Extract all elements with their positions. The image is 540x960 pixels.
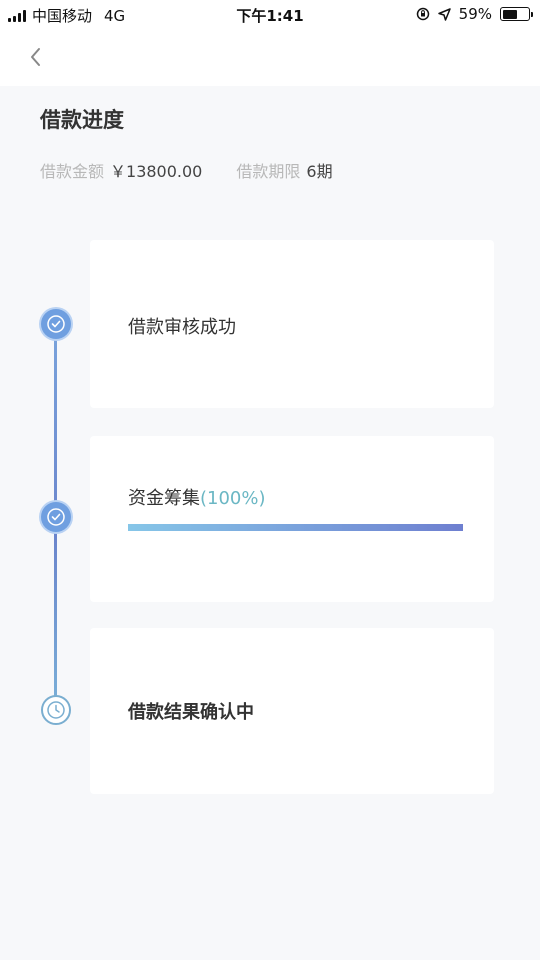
step-card-funding: 资金筹集(100%) xyxy=(90,436,494,602)
battery-level xyxy=(502,9,518,19)
funding-progress-bar xyxy=(128,524,463,531)
term-label: 借款期限 xyxy=(236,162,301,181)
location-arrow-icon xyxy=(437,7,451,21)
term-group: 借款期限 6期 xyxy=(236,158,332,182)
funding-progress-fill xyxy=(128,524,463,531)
loan-meta: 借款金额 ￥13800.00 借款期限 6期 xyxy=(40,158,333,182)
orientation-lock-icon xyxy=(416,7,429,21)
step-title: 借款结果确认中 xyxy=(128,702,254,723)
status-right: 59% xyxy=(416,5,533,23)
step-title: 资金筹集(100%) xyxy=(128,484,266,510)
check-circle-icon xyxy=(47,508,65,526)
step-card-review: 借款审核成功 xyxy=(90,240,494,408)
step-status-done xyxy=(41,502,71,532)
back-button[interactable] xyxy=(20,40,54,74)
status-bar: 中国移动 4G 下午1:41 59% xyxy=(0,0,540,28)
step-card-confirm: 借款结果确认中 xyxy=(90,628,494,794)
clock-icon xyxy=(47,701,65,719)
battery-percent: 59% xyxy=(458,5,492,23)
battery-icon xyxy=(500,7,533,21)
step-status-pending xyxy=(41,695,71,725)
step-title-text: 资金筹集 xyxy=(128,488,200,509)
amount-label: 借款金额 xyxy=(40,162,105,181)
page-title: 借款进度 xyxy=(40,108,124,132)
term-value: 6期 xyxy=(306,162,333,181)
step-status-done xyxy=(41,309,71,339)
step-title: 借款审核成功 xyxy=(128,317,236,338)
amount-value: ￥13800.00 xyxy=(110,162,203,181)
chevron-left-icon xyxy=(31,48,40,66)
step-percent: (100%) xyxy=(200,488,266,509)
check-circle-icon xyxy=(47,315,65,333)
nav-bar xyxy=(0,28,540,86)
